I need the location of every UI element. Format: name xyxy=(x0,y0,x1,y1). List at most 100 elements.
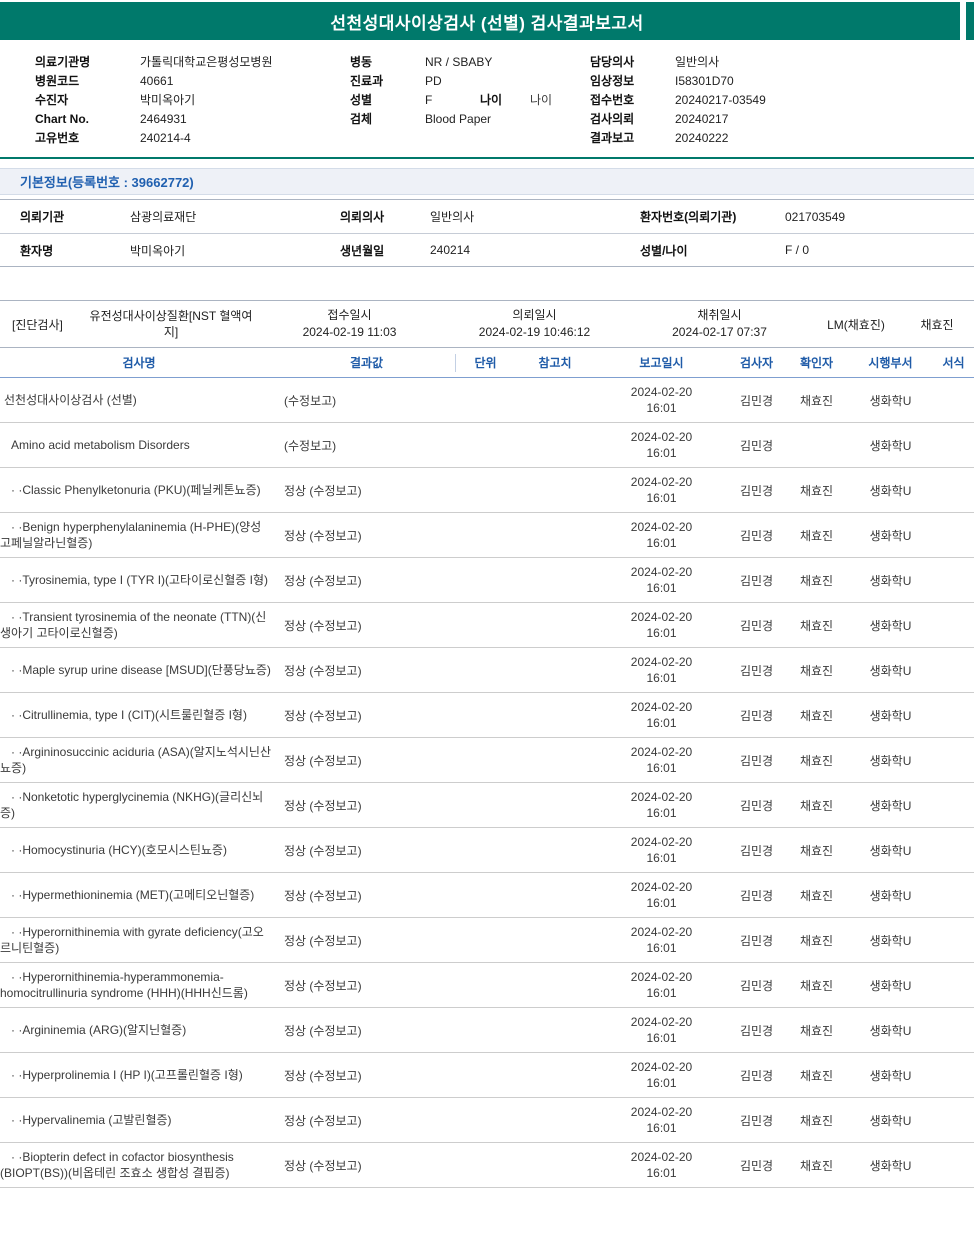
info-value: 박미옥아기 xyxy=(130,243,186,258)
tester-name: 김민경 xyxy=(739,618,774,633)
department-name: 생화학U xyxy=(869,1113,912,1128)
result-row: · ·Benign hyperphenylalaninemia (H-PHE)(… xyxy=(0,513,974,558)
confirmer-name: 채효진 xyxy=(799,843,834,858)
report-datetime: 2024-02-20 16:01 xyxy=(595,969,728,1001)
info-label: 환자번호(의뢰기관) xyxy=(640,210,737,224)
result-value: 정상 (수정보고) xyxy=(284,888,362,903)
collector-lm: LM(채효진) xyxy=(827,317,885,332)
info-value: 가톨릭대학교은평성모병원 xyxy=(140,55,273,69)
header-info-col1: 의료기관명 가톨릭대학교은평성모병원 병원코드 40661 수진자 박미옥아기 Chart … xyxy=(35,53,350,148)
info-row: 진료과 PD xyxy=(350,72,590,91)
info-label: 성별 xyxy=(350,93,373,107)
info-label: 검체 xyxy=(350,112,373,126)
report-datetime: 2024-02-20 16:01 xyxy=(595,429,728,461)
info-value: 나이 xyxy=(530,93,553,107)
department-name: 생화학U xyxy=(869,753,912,768)
info-value: Blood Paper xyxy=(425,112,492,126)
info-label: 임상정보 xyxy=(590,74,635,88)
test-name: · ·Argininemia (ARG)(알지닌혈증) xyxy=(11,1023,187,1037)
confirmer-name: 채효진 xyxy=(799,753,834,768)
tester-name: 김민경 xyxy=(739,1023,774,1038)
info-value: F / 0 xyxy=(785,243,810,257)
tester-name: 김민경 xyxy=(739,843,774,858)
confirmer-name: 채효진 xyxy=(799,528,834,543)
report-date: 2024-02-20 xyxy=(630,610,693,624)
report-date: 2024-02-20 xyxy=(630,385,693,399)
column-header-tester: 검사자 xyxy=(739,356,774,370)
report-date: 2024-02-20 xyxy=(630,565,693,579)
department-name: 생화학U xyxy=(869,483,912,498)
column-header-format: 서식 xyxy=(942,356,965,370)
tester-name: 김민경 xyxy=(739,888,774,903)
department-name: 생화학U xyxy=(869,528,912,543)
collection-datetime: 채취일시 2024-02-17 07:37 xyxy=(627,307,812,341)
report-datetime: 2024-02-20 16:01 xyxy=(595,789,728,821)
result-value: 정상 (수정보고) xyxy=(284,1068,362,1083)
confirmer-name: 채효진 xyxy=(799,933,834,948)
report-datetime: 2024-02-20 16:01 xyxy=(595,519,728,551)
result-row: 선천성대사이상검사 (선별) (수정보고) 2024-02-20 16:01 김민경 채효… xyxy=(0,378,974,423)
confirmer-name: 채효진 xyxy=(799,573,834,588)
report-date: 2024-02-20 xyxy=(630,1060,693,1074)
test-name: · ·Maple syrup urine disease [MSUD](단풍당뇨… xyxy=(11,663,271,677)
tester-name: 김민경 xyxy=(739,753,774,768)
confirmer-name: 채효진 xyxy=(799,663,834,678)
result-value: 정상 (수정보고) xyxy=(284,798,362,813)
confirmer-name: 채효진 xyxy=(799,1068,834,1083)
result-row: · ·Argininemia (ARG)(알지닌혈증) 정상 (수정보고) 2024… xyxy=(0,1008,974,1053)
test-name: · ·Benign hyperphenylalaninemia (H-PHE)(… xyxy=(0,520,262,550)
column-header-unit: 단위 xyxy=(455,353,515,372)
titlebar-gap xyxy=(960,2,966,40)
result-row: · ·Hyperornithinemia-hyperammonemia-homo… xyxy=(0,963,974,1008)
test-name: · ·Hyperornithinemia with gyrate deficie… xyxy=(0,925,264,955)
confirmer-name: 채효진 xyxy=(799,618,834,633)
column-header-department: 시행부서 xyxy=(868,356,913,370)
department-name: 생화학U xyxy=(869,663,912,678)
result-row: · ·Hyperprolinemia I (HP I)(고프롤린혈증 I형) 정상… xyxy=(0,1053,974,1098)
receipt-datetime: 접수일시 2024-02-19 11:03 xyxy=(257,307,442,341)
tester-name: 김민경 xyxy=(739,438,774,453)
report-time: 16:01 xyxy=(646,851,677,865)
report-time: 16:01 xyxy=(646,536,677,550)
report-datetime: 2024-02-20 16:01 xyxy=(595,924,728,956)
report-date: 2024-02-20 xyxy=(630,1105,693,1119)
tester-name: 김민경 xyxy=(739,663,774,678)
report-time: 16:01 xyxy=(646,1076,677,1090)
test-name: · ·Hyperprolinemia I (HP I)(고프롤린혈증 I형) xyxy=(11,1068,243,1082)
basic-info-row: 환자명 박미옥아기 생년월일 240214 성별/나이 F / 0 xyxy=(0,233,974,266)
confirmer-name: 채효진 xyxy=(799,483,834,498)
result-row: · ·Nonketotic hyperglycinemia (NKHG)(글리신… xyxy=(0,783,974,828)
info-value: 삼광의료재단 xyxy=(130,210,197,224)
report-time: 16:01 xyxy=(646,1121,677,1135)
info-row: 병동 NR / SBABY xyxy=(350,53,590,72)
result-value: 정상 (수정보고) xyxy=(284,483,362,498)
test-name: · ·Tyrosinemia, type I (TYR I)(고타이로신혈증 I… xyxy=(11,573,269,587)
info-label: 환자명 xyxy=(20,243,54,258)
report-date: 2024-02-20 xyxy=(630,745,693,759)
department-name: 생화학U xyxy=(869,1158,912,1173)
info-row: 결과보고 20240222 xyxy=(590,129,974,148)
info-label: 담당의사 xyxy=(590,55,635,69)
department-name: 생화학U xyxy=(869,843,912,858)
report-date: 2024-02-20 xyxy=(630,925,693,939)
result-value: 정상 (수정보고) xyxy=(284,663,362,678)
test-name: · ·Homocystinuria (HCY)(호모시스틴뇨증) xyxy=(11,843,227,857)
receipt-value: 2024-02-19 11:03 xyxy=(302,325,397,339)
report-time: 16:01 xyxy=(646,626,677,640)
report-time: 16:01 xyxy=(646,716,677,730)
request-label: 의뢰일시 xyxy=(512,308,557,322)
result-value: 정상 (수정보고) xyxy=(284,753,362,768)
info-label: 접수번호 xyxy=(590,93,635,107)
test-name: · ·Hypermethioninemia (MET)(고메티오닌혈증) xyxy=(11,888,255,902)
info-row: 검사의뢰 20240217 xyxy=(590,110,974,129)
result-value: 정상 (수정보고) xyxy=(284,573,362,588)
result-value: 정상 (수정보고) xyxy=(284,843,362,858)
department-name: 생화학U xyxy=(869,978,912,993)
info-value: 20240217-03549 xyxy=(675,93,766,107)
result-row: · ·Maple syrup urine disease [MSUD](단풍당뇨… xyxy=(0,648,974,693)
report-time: 16:01 xyxy=(646,581,677,595)
report-datetime: 2024-02-20 16:01 xyxy=(595,1149,728,1181)
department-name: 생화학U xyxy=(869,708,912,723)
report-time: 16:01 xyxy=(646,491,677,505)
column-header-result: 결과값 xyxy=(349,356,384,370)
